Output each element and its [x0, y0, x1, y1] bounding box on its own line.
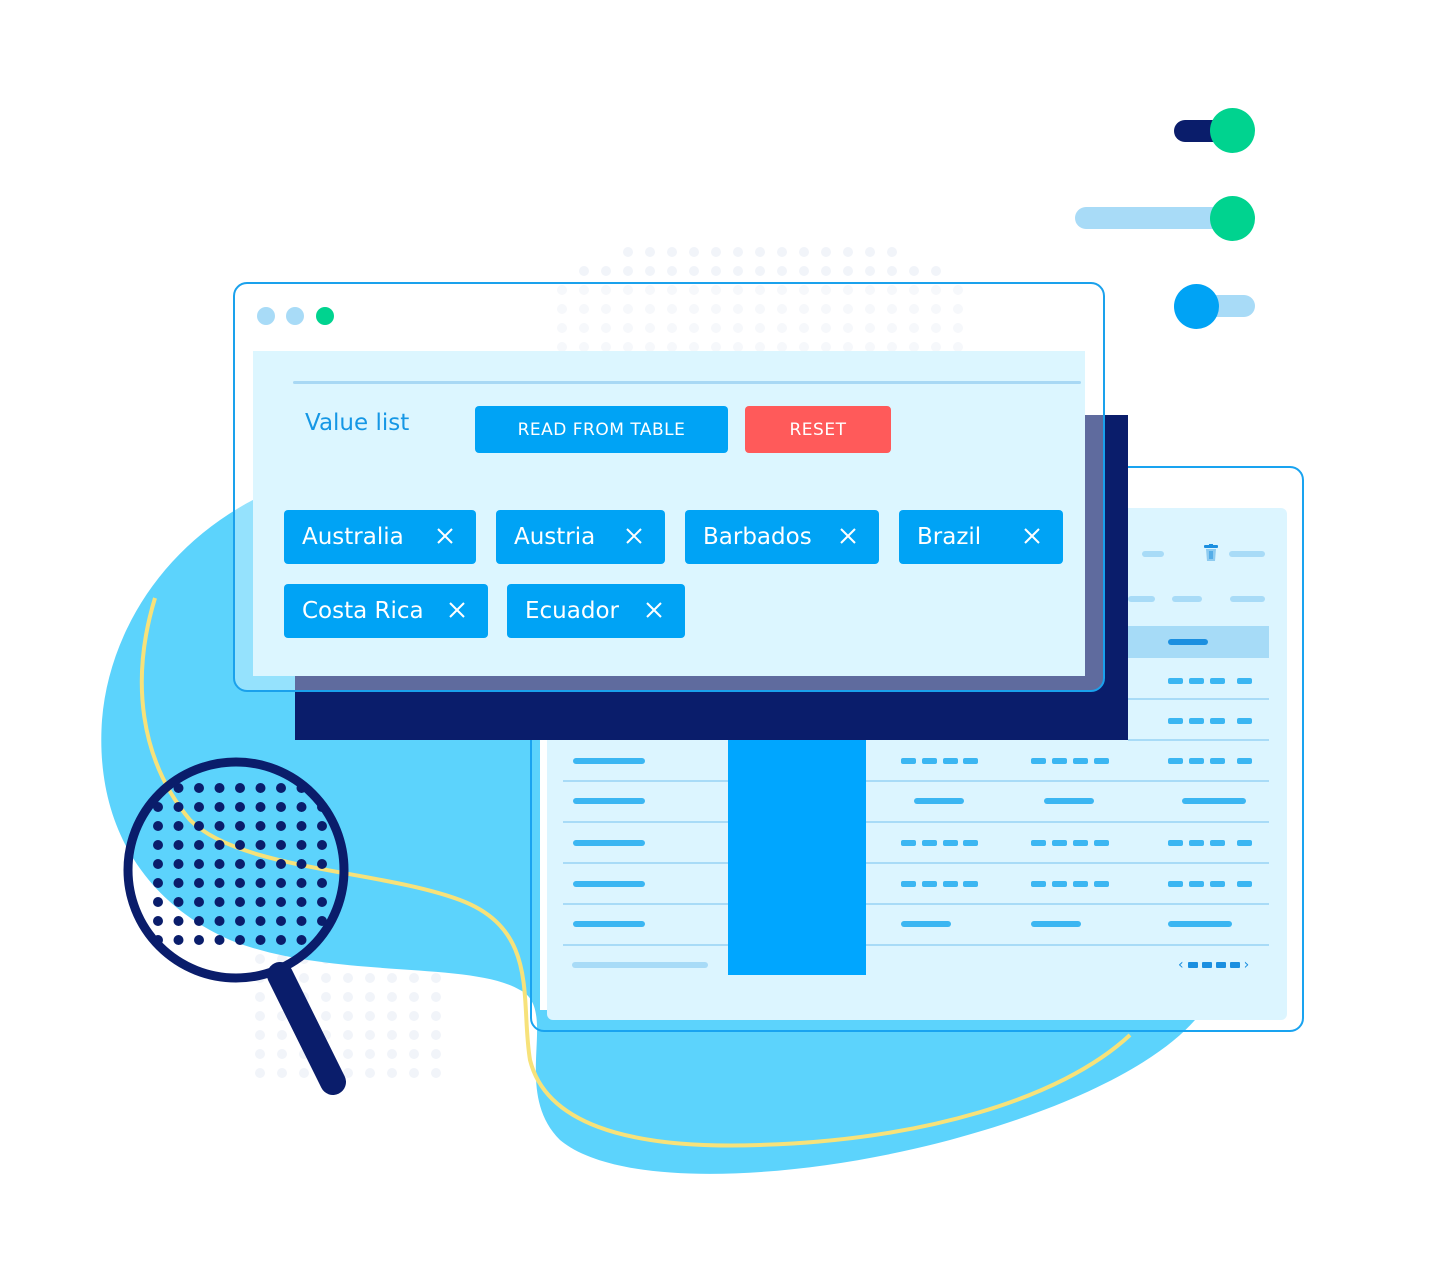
lens-dot	[214, 802, 225, 812]
lens-dot	[255, 935, 266, 945]
lens-dot	[296, 840, 307, 850]
lens-dot	[173, 802, 184, 812]
lens-dot	[194, 859, 204, 869]
lens-dot	[214, 859, 225, 869]
lens-dot	[255, 802, 266, 812]
lens-dot	[173, 878, 184, 888]
lens-dot	[235, 916, 245, 926]
lens-dot	[153, 897, 163, 907]
lens-dot	[317, 878, 327, 888]
lens-dot	[276, 821, 286, 831]
lens-dot	[255, 897, 266, 907]
magnifier-icon	[123, 757, 349, 1095]
lens-dot	[235, 859, 245, 869]
lens-dot	[235, 783, 245, 793]
lens-ring	[123, 757, 349, 983]
lens-dot-pattern	[153, 783, 327, 945]
lens-dot	[173, 840, 184, 850]
lens-dot	[296, 802, 307, 812]
lens-dot	[235, 897, 245, 907]
lens-dot	[173, 916, 184, 926]
lens-dot	[214, 783, 225, 793]
lens-dot	[255, 840, 266, 850]
lens-dot	[173, 859, 184, 869]
lens-dot	[317, 859, 327, 869]
lens-dot	[194, 802, 204, 812]
lens-dot	[153, 859, 163, 869]
lens-dot	[317, 821, 327, 831]
lens-dot	[296, 916, 307, 926]
lens-dot	[317, 783, 327, 793]
lens-dot	[235, 935, 245, 945]
lens-dot	[255, 821, 266, 831]
lens-dot	[235, 840, 245, 850]
lens-dot	[173, 897, 184, 907]
lens-dot	[173, 821, 184, 831]
lens-dot	[276, 783, 286, 793]
lens-dot	[276, 802, 286, 812]
lens-dot	[194, 897, 204, 907]
lens-dot	[194, 916, 204, 926]
lens-dot	[153, 840, 163, 850]
lens-dot	[153, 821, 163, 831]
lens-dot	[214, 897, 225, 907]
lens-dot	[194, 878, 204, 888]
lens-dot	[276, 897, 286, 907]
lens-dot	[276, 935, 286, 945]
lens-dot	[194, 783, 204, 793]
lens-dot	[296, 878, 307, 888]
lens-dot	[173, 935, 184, 945]
lens-dot	[235, 802, 245, 812]
lens-dot	[296, 897, 307, 907]
lens-dot	[214, 821, 225, 831]
lens-dot	[296, 821, 307, 831]
lens-dot	[153, 878, 163, 888]
lens-dot	[153, 916, 163, 926]
lens-dot	[296, 935, 307, 945]
lens-dot	[194, 821, 204, 831]
lens-dot	[296, 859, 307, 869]
lens-dot	[194, 935, 204, 945]
lens-dot	[317, 897, 327, 907]
lens-dot	[214, 935, 225, 945]
lens-dot	[276, 859, 286, 869]
lens-dot	[255, 783, 266, 793]
lens-dot	[255, 878, 266, 888]
lens-dot	[255, 859, 266, 869]
lens-dot	[276, 878, 286, 888]
lens-dot	[255, 916, 266, 926]
lens-dot	[235, 878, 245, 888]
lens-dot	[214, 916, 225, 926]
lens-dot	[276, 840, 286, 850]
lens-dot	[194, 840, 204, 850]
lens-dot	[276, 916, 286, 926]
magnifier-handle	[267, 962, 346, 1095]
lens-dot	[214, 878, 225, 888]
lens-dot	[235, 821, 245, 831]
lens-dot	[317, 840, 327, 850]
lens-dot	[214, 840, 225, 850]
